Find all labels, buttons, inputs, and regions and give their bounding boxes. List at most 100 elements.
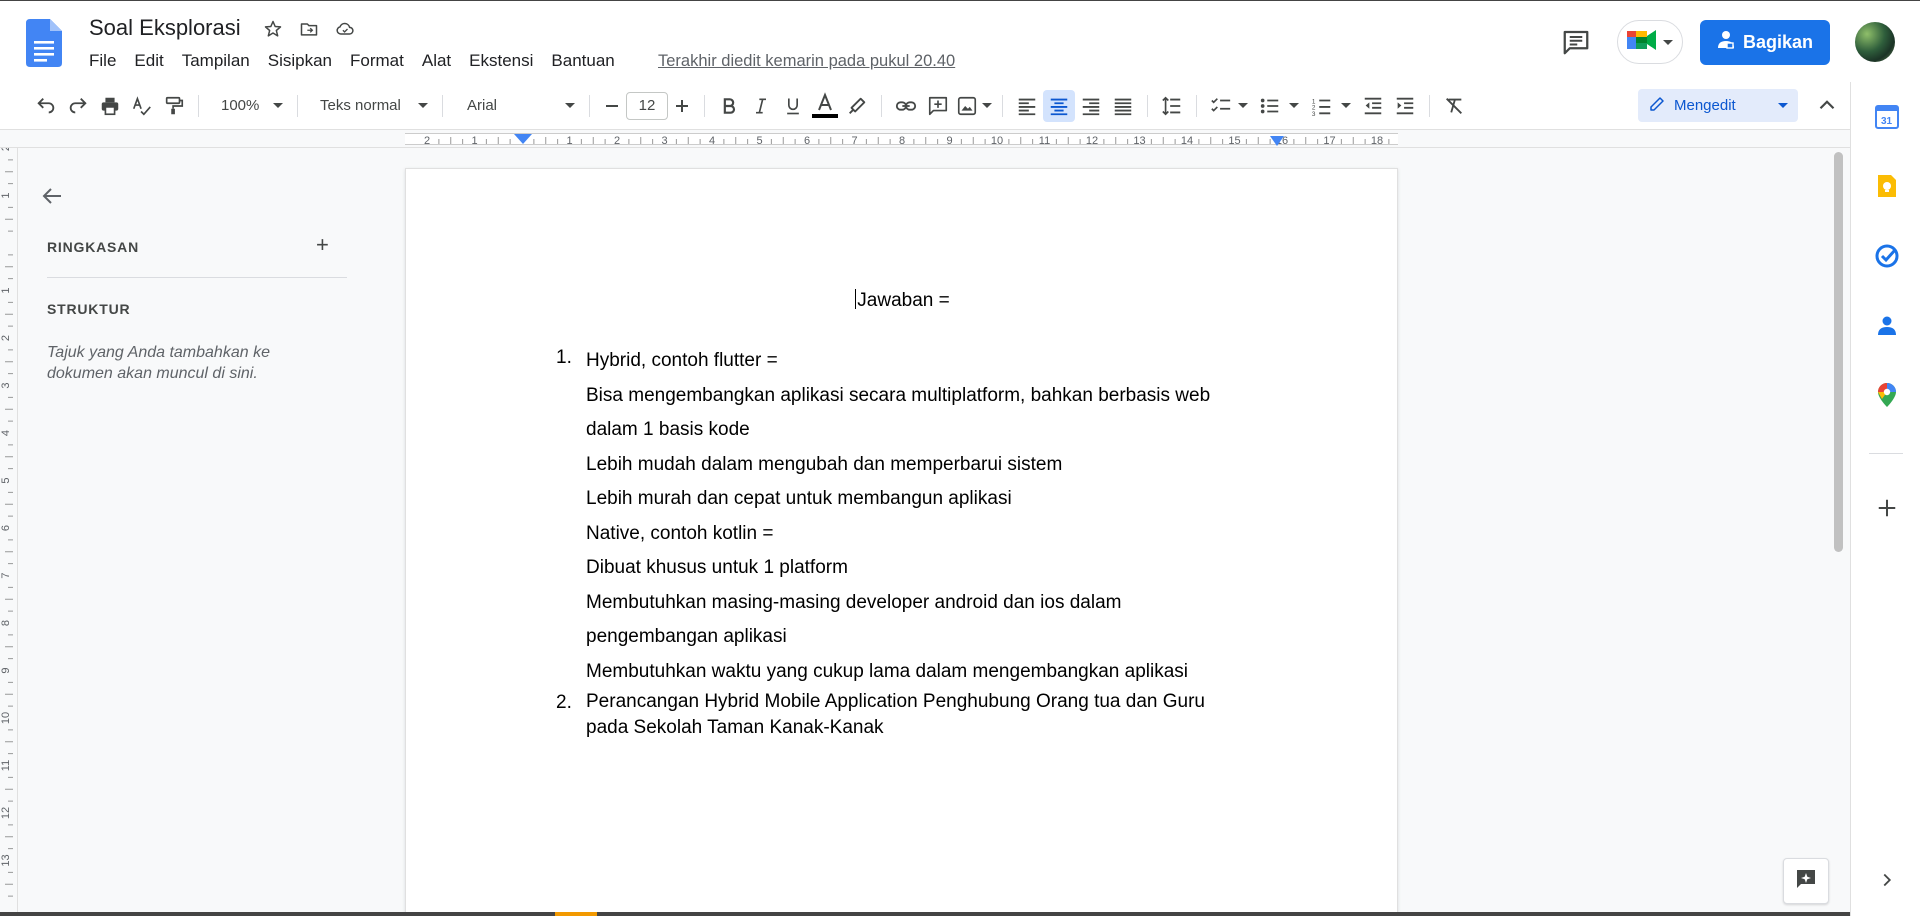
ruler-label: 4: [709, 135, 715, 146]
undo-icon[interactable]: [30, 90, 62, 122]
horizontal-ruler[interactable]: 2 1 1 2 3 4 5 6 7 8 9 10 11 12 13 14 15 16 17 18: [0, 130, 1850, 148]
toolbar-divider: [881, 94, 882, 117]
print-icon[interactable]: [94, 90, 126, 122]
tasks-icon[interactable]: [1874, 243, 1900, 269]
formatting-toolbar: 100% Teks normal Arial 12 1 2 3 Mengedit: [0, 82, 1850, 130]
line-spacing-icon[interactable]: [1156, 90, 1188, 122]
menu-help[interactable]: Bantuan: [542, 51, 623, 71]
cloud-status-icon[interactable]: [334, 18, 356, 40]
ruler-label: 5: [0, 477, 12, 483]
list-line: Bisa mengembangkan aplikasi secara multi…: [586, 384, 1211, 406]
increase-font-size-icon[interactable]: [668, 90, 696, 122]
summary-heading: RINGKASAN: [47, 239, 139, 255]
ruler-label: 9: [946, 135, 952, 146]
paragraph-style-select[interactable]: Teks normal: [306, 97, 434, 114]
ruler-label: 8: [899, 135, 905, 146]
align-justify-icon[interactable]: [1107, 90, 1139, 122]
insert-image-icon[interactable]: [954, 90, 994, 122]
indent-marker-icon[interactable]: [513, 133, 533, 147]
add-summary-icon[interactable]: +: [316, 234, 329, 256]
chevron-down-icon: [982, 103, 992, 108]
avatar[interactable]: [1855, 22, 1895, 62]
ruler-label: 1: [0, 287, 12, 293]
font-family-select[interactable]: Arial: [451, 97, 581, 114]
italic-icon[interactable]: [745, 90, 777, 122]
bulleted-list-icon[interactable]: [1253, 90, 1305, 122]
list-line: Lebih murah dan cepat untuk membangun ap…: [586, 488, 1012, 509]
document-title[interactable]: Soal Eksplorasi: [89, 15, 241, 41]
ruler-label: 17: [1323, 135, 1335, 146]
right-indent-marker-icon[interactable]: [1269, 135, 1285, 147]
document-heading[interactable]: Jawaban =: [406, 289, 1399, 312]
bottom-accent: [555, 912, 597, 916]
highlight-color-icon[interactable]: [841, 90, 873, 122]
menu-extensions[interactable]: Ekstensi: [460, 51, 542, 71]
decrease-font-size-icon[interactable]: [598, 90, 626, 122]
outline-divider: [47, 277, 347, 278]
list-line: Membutuhkan waktu yang cukup lama dalam …: [586, 660, 1189, 682]
editing-mode-select[interactable]: Mengedit: [1638, 89, 1798, 122]
menu-bar: File Edit Tampilan Sisipkan Format Alat …: [80, 51, 624, 71]
align-left-icon[interactable]: [1011, 90, 1043, 122]
vertical-scrollbar[interactable]: [1834, 152, 1843, 552]
paint-format-icon[interactable]: [158, 90, 190, 122]
redo-icon[interactable]: [62, 90, 94, 122]
numbered-list-icon[interactable]: 123: [1305, 90, 1357, 122]
explore-icon: [1794, 867, 1818, 896]
list-line: Lebih mudah dalam mengubah dan memperbar…: [586, 453, 1063, 475]
add-addon-icon[interactable]: [1874, 495, 1900, 521]
align-right-icon[interactable]: [1075, 90, 1107, 122]
menu-insert[interactable]: Sisipkan: [259, 51, 341, 71]
text-color-icon[interactable]: [809, 90, 841, 122]
ruler-label: 13: [0, 854, 12, 866]
ruler-label: 1: [0, 192, 12, 198]
chevron-down-icon: [418, 103, 428, 108]
keep-icon[interactable]: [1874, 173, 1900, 199]
toolbar-divider: [297, 94, 298, 117]
menu-format[interactable]: Format: [341, 51, 413, 71]
menu-edit[interactable]: Edit: [125, 51, 172, 71]
meet-button[interactable]: [1617, 20, 1683, 64]
list-item[interactable]: Perancangan Hybrid Mobile Application Pe…: [586, 689, 1266, 741]
chevron-right-icon[interactable]: [1876, 869, 1898, 896]
spellcheck-icon[interactable]: [126, 90, 158, 122]
checklist-icon[interactable]: [1205, 90, 1253, 122]
maps-icon[interactable]: [1874, 382, 1900, 408]
add-comment-icon[interactable]: [922, 90, 954, 122]
move-folder-icon[interactable]: [298, 18, 320, 40]
contacts-icon[interactable]: [1874, 312, 1900, 338]
ruler-label: 15: [1228, 135, 1240, 146]
back-arrow-icon[interactable]: [40, 184, 64, 213]
document-page[interactable]: Jawaban = 1. Hybrid, contoh flutter = Bi…: [405, 168, 1398, 916]
explore-button[interactable]: [1783, 858, 1829, 904]
ruler-label: 14: [1181, 135, 1193, 146]
share-button[interactable]: Bagikan: [1700, 20, 1830, 65]
increase-indent-icon[interactable]: [1389, 90, 1421, 122]
menu-view[interactable]: Tampilan: [173, 51, 259, 71]
toolbar-divider: [198, 94, 199, 117]
ruler-label: 6: [804, 135, 810, 146]
docs-logo-icon[interactable]: [26, 19, 62, 67]
insert-link-icon[interactable]: [890, 90, 922, 122]
align-center-icon[interactable]: [1043, 89, 1075, 122]
ruler-label: 8: [0, 620, 12, 626]
zoom-select[interactable]: 100%: [207, 97, 289, 114]
bottom-bar: [0, 912, 1850, 916]
font-size-input[interactable]: 12: [626, 91, 668, 120]
vertical-ruler[interactable]: 2 1 1 2 3 4 5 6 7 8 9 10 11 12 13: [0, 148, 18, 916]
font-family-value: Arial: [467, 97, 498, 114]
decrease-indent-icon[interactable]: [1357, 90, 1389, 122]
underline-icon[interactable]: [777, 90, 809, 122]
list-item[interactable]: Hybrid, contoh flutter = Bisa mengembang…: [586, 344, 1266, 689]
menu-file[interactable]: File: [80, 51, 125, 71]
menu-tools[interactable]: Alat: [413, 51, 460, 71]
bold-icon[interactable]: [713, 90, 745, 122]
chevron-up-icon[interactable]: [1814, 92, 1840, 123]
calendar-icon[interactable]: 31: [1874, 104, 1900, 130]
clear-formatting-icon[interactable]: [1438, 90, 1470, 122]
comments-icon[interactable]: [1561, 27, 1591, 57]
document-heading-text: Jawaban =: [857, 290, 950, 311]
last-edit-link[interactable]: Terakhir diedit kemarin pada pukul 20.40: [658, 52, 955, 71]
ruler-label: 1: [566, 135, 572, 146]
star-icon[interactable]: [262, 18, 284, 40]
